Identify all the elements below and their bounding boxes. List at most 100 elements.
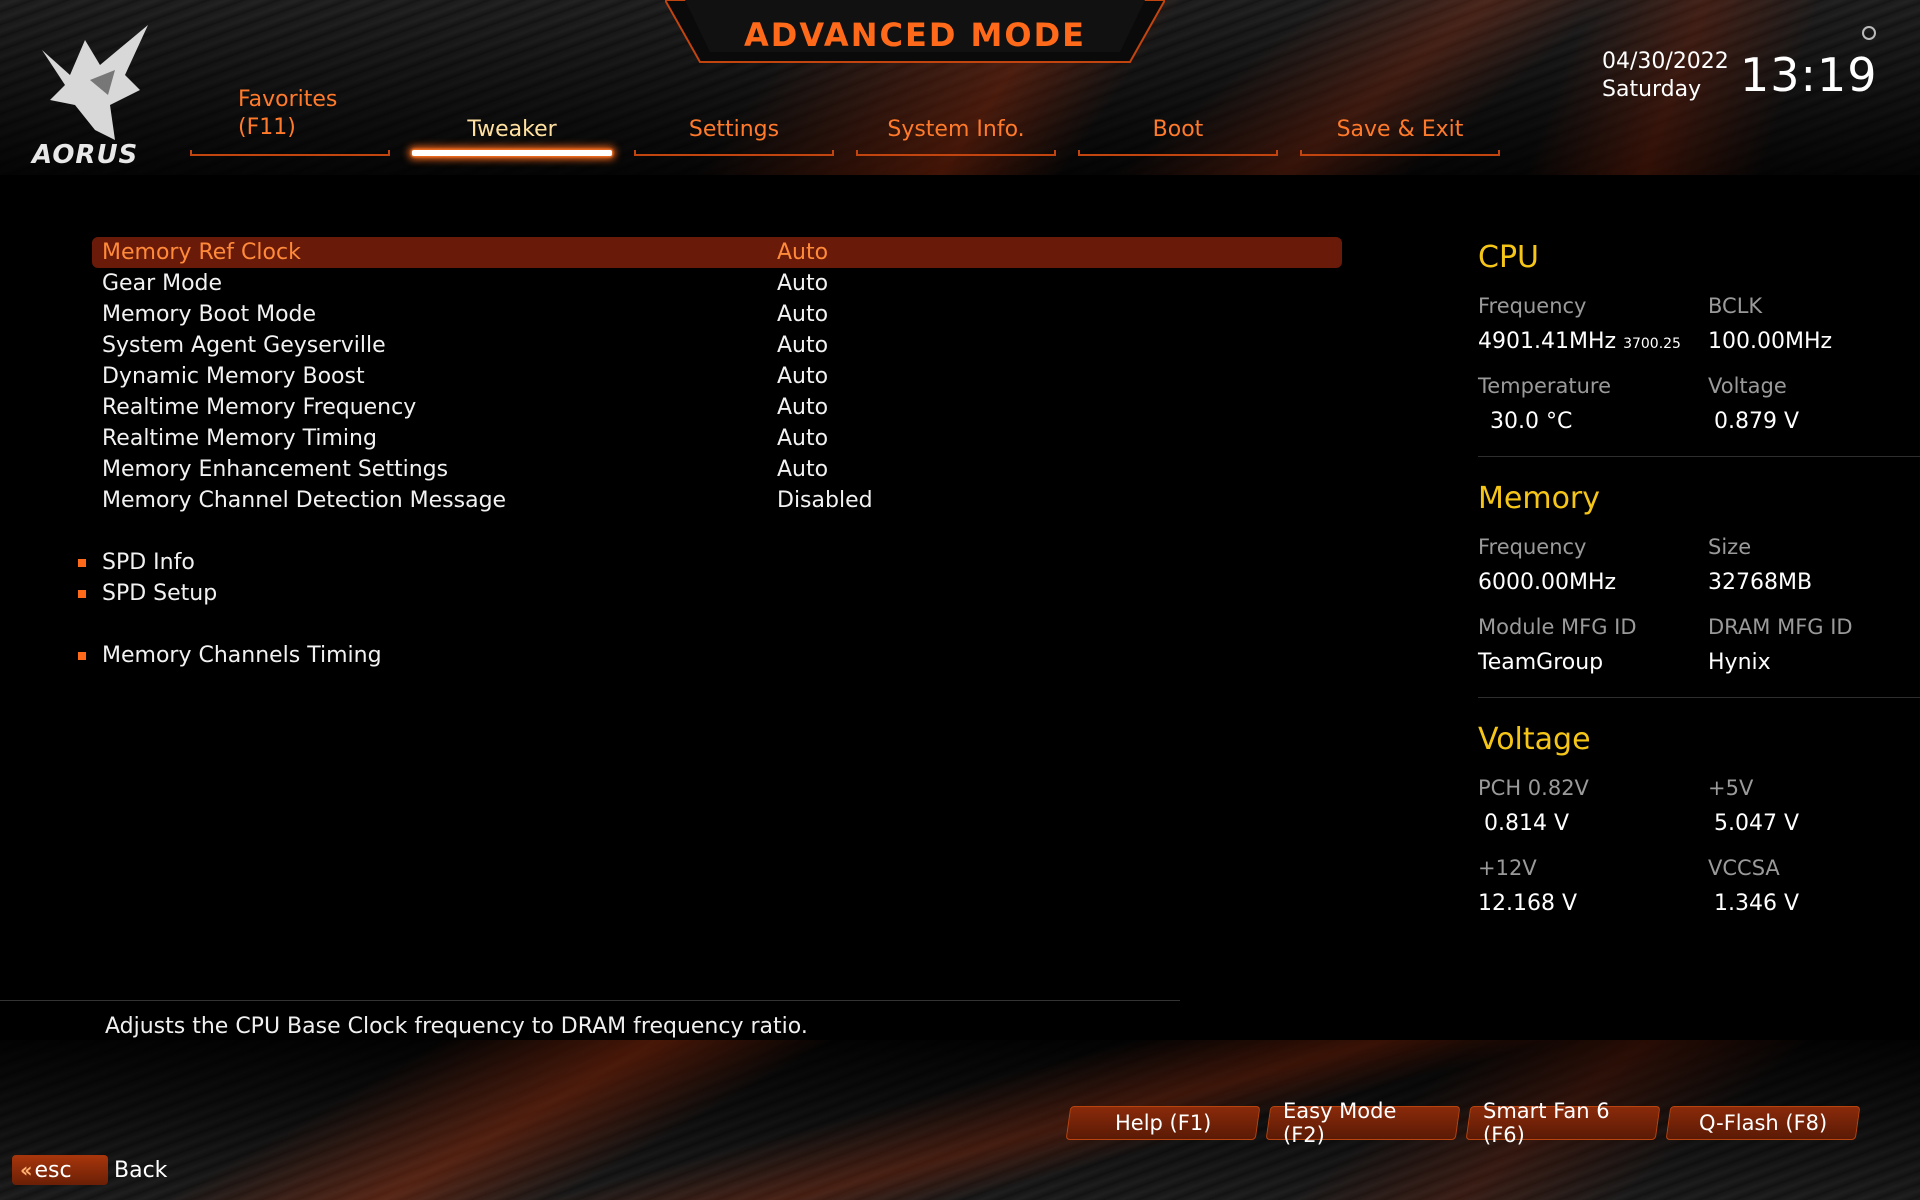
tab-system-info[interactable]: System Info.: [856, 80, 1056, 156]
description-divider: [0, 1000, 1180, 1001]
submenu-memory-channels-timing[interactable]: Memory Channels Timing: [78, 640, 1342, 671]
cpu-bclk-value: 100.00MHz: [1708, 329, 1833, 354]
pch-value: 0.814 V: [1484, 811, 1570, 836]
setting-memory-channel-detection-message[interactable]: Memory Channel Detection Message Disable…: [92, 485, 1342, 516]
setting-value[interactable]: Auto: [777, 395, 828, 420]
smart-fan-button-label: Smart Fan 6 (F6): [1483, 1099, 1610, 1147]
module-mfg-label: Module MFG ID: [1478, 615, 1637, 639]
cpu-frequency-sub: 3700.25: [1623, 336, 1681, 352]
tab-boot-label: Boot: [1152, 117, 1204, 142]
setting-value[interactable]: Auto: [777, 426, 828, 451]
voltage-section: Voltage PCH 0.82V +5V 0.814 V 5.047 V +1…: [1478, 722, 1920, 930]
setting-label: Realtime Memory Frequency: [102, 395, 417, 420]
v5-label: +5V: [1708, 776, 1754, 800]
settings-list: Memory Ref Clock Auto Gear Mode Auto Mem…: [78, 237, 1342, 671]
setting-realtime-memory-timing[interactable]: Realtime Memory Timing Auto: [92, 423, 1342, 454]
setting-dynamic-memory-boost[interactable]: Dynamic Memory Boost Auto: [92, 361, 1342, 392]
dram-mfg-label: DRAM MFG ID: [1708, 615, 1853, 639]
esc-key[interactable]: ‹‹ esc: [12, 1155, 108, 1185]
back-label: Back: [114, 1157, 168, 1183]
qflash-button[interactable]: Q-Flash (F8): [1665, 1106, 1861, 1140]
day-text: Saturday: [1602, 77, 1702, 102]
tab-save-exit-label: Save & Exit: [1336, 117, 1464, 142]
pch-label: PCH 0.82V: [1478, 776, 1589, 800]
esc-label: esc: [34, 1157, 72, 1183]
cpu-heading: CPU: [1478, 240, 1539, 275]
setting-memory-boot-mode[interactable]: Memory Boot Mode Auto: [92, 299, 1342, 330]
setting-realtime-memory-frequency[interactable]: Realtime Memory Frequency Auto: [92, 392, 1342, 423]
tab-favorites-shortcut: (F11): [238, 115, 296, 140]
v12-label: +12V: [1478, 856, 1537, 880]
memory-frequency-label: Frequency: [1478, 535, 1587, 559]
cpu-divider: [1478, 456, 1920, 457]
submenu-spd-info[interactable]: SPD Info: [78, 547, 1342, 578]
memory-divider: [1478, 697, 1920, 698]
memory-section: Memory Frequency Size 6000.00MHz 32768MB…: [1478, 481, 1920, 698]
setting-value[interactable]: Auto: [777, 333, 828, 358]
setting-label: Memory Ref Clock: [102, 240, 301, 265]
tab-system-info-label: System Info.: [887, 117, 1025, 142]
double-chevron-left-icon: ‹‹: [20, 1158, 33, 1182]
esc-back-button[interactable]: ‹‹ esc Back: [12, 1155, 167, 1185]
setting-value[interactable]: Auto: [777, 364, 828, 389]
tab-favorites[interactable]: Favorites (F11): [190, 80, 390, 156]
setting-memory-ref-clock[interactable]: Memory Ref Clock Auto: [92, 237, 1342, 268]
tab-tweaker[interactable]: Tweaker: [412, 80, 612, 156]
submenu-label: SPD Info: [102, 550, 195, 575]
v12-value: 12.168 V: [1478, 891, 1578, 916]
settings-gear-icon[interactable]: [1862, 26, 1876, 40]
help-button[interactable]: Help (F1): [1065, 1106, 1261, 1140]
submenu-bullet-icon: [78, 651, 86, 660]
setting-label: Memory Boot Mode: [102, 302, 317, 327]
date-text: 04/30/2022: [1602, 49, 1729, 74]
setting-label: Realtime Memory Timing: [102, 426, 377, 451]
setting-label: Dynamic Memory Boost: [102, 364, 365, 389]
smart-fan-button[interactable]: Smart Fan 6 (F6): [1465, 1099, 1661, 1147]
memory-size-label: Size: [1708, 535, 1752, 559]
setting-system-agent-geyserville[interactable]: System Agent Geyserville Auto: [92, 330, 1342, 361]
tab-tweaker-label: Tweaker: [467, 117, 557, 142]
memory-heading: Memory: [1478, 481, 1601, 516]
cpu-frequency-value: 4901.41MHz 3700.25: [1478, 324, 1708, 368]
v5-value: 5.047 V: [1714, 811, 1800, 836]
tab-settings[interactable]: Settings: [634, 80, 834, 156]
setting-value[interactable]: Disabled: [777, 488, 873, 513]
setting-value[interactable]: Auto: [777, 271, 828, 296]
setting-label: Memory Channel Detection Message: [102, 488, 507, 513]
cpu-voltage-value: 0.879 V: [1714, 409, 1800, 434]
setting-value[interactable]: Auto: [777, 457, 828, 482]
dram-mfg-value: Hynix: [1708, 650, 1771, 675]
submenu-bullet-icon: [78, 589, 86, 598]
module-mfg-value: TeamGroup: [1478, 650, 1604, 675]
easy-mode-button[interactable]: Easy Mode (F2): [1265, 1099, 1461, 1147]
submenu-spd-setup[interactable]: SPD Setup: [78, 578, 1342, 609]
submenu-label: SPD Setup: [102, 581, 218, 606]
vccsa-label: VCCSA: [1708, 856, 1780, 880]
setting-gear-mode[interactable]: Gear Mode Auto: [92, 268, 1342, 299]
setting-label: Memory Enhancement Settings: [102, 457, 449, 482]
setting-value[interactable]: Auto: [777, 240, 828, 265]
memory-size-value: 32768MB: [1708, 570, 1813, 595]
tab-settings-label: Settings: [688, 117, 780, 142]
cpu-frequency-main: 4901.41MHz: [1478, 329, 1617, 354]
cpu-temperature-value: 30.0 °C: [1490, 409, 1573, 434]
title-banner: ADVANCED MODE: [665, 0, 1165, 70]
brand-logo-text: AORUS: [32, 140, 139, 170]
qflash-button-label: Q-Flash (F8): [1698, 1111, 1828, 1135]
cpu-bclk-label: BCLK: [1708, 294, 1763, 318]
vccsa-value: 1.346 V: [1714, 891, 1800, 916]
tab-save-exit[interactable]: Save & Exit: [1300, 80, 1500, 156]
time-display: 13:19: [1740, 48, 1878, 102]
tab-boot[interactable]: Boot: [1078, 80, 1278, 156]
setting-label: Gear Mode: [102, 271, 223, 296]
setting-memory-enhancement-settings[interactable]: Memory Enhancement Settings Auto: [92, 454, 1342, 485]
help-description: Adjusts the CPU Base Clock frequency to …: [105, 1014, 808, 1039]
setting-value[interactable]: Auto: [777, 302, 828, 327]
cpu-temperature-label: Temperature: [1478, 374, 1612, 398]
submenu-label: Memory Channels Timing: [102, 643, 382, 668]
page-title: ADVANCED MODE: [744, 16, 1086, 54]
function-buttons: Help (F1) Easy Mode (F2) Smart Fan 6 (F6…: [1065, 1099, 1861, 1147]
setting-label: System Agent Geyserville: [102, 333, 386, 358]
